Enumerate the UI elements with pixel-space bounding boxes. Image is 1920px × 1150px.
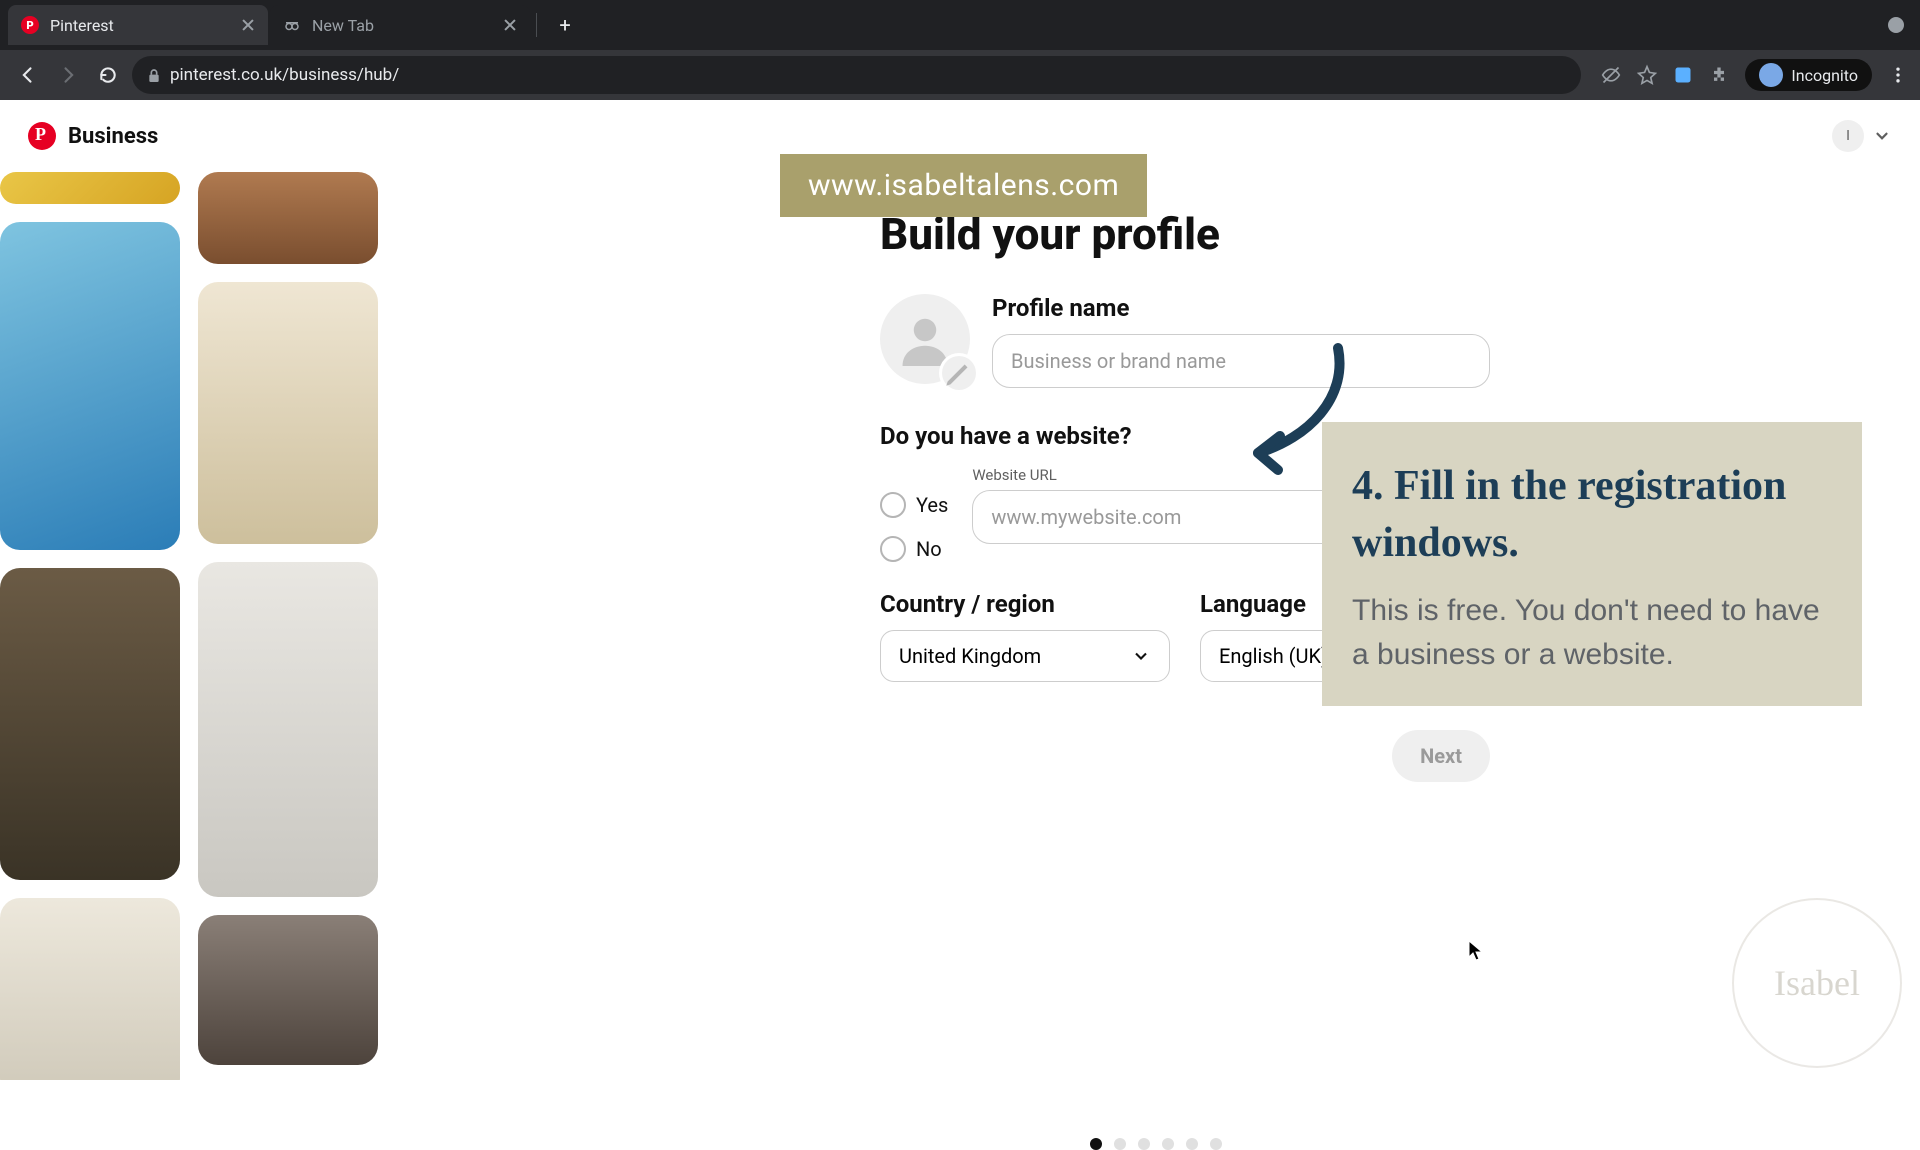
forward-button[interactable] (52, 59, 84, 91)
tab-pinterest[interactable]: P Pinterest (8, 5, 268, 45)
mosaic-tile (198, 915, 378, 1065)
mosaic-tile (198, 282, 378, 544)
close-icon[interactable] (240, 17, 256, 33)
callout-heading: 4. Fill in the registration windows. (1352, 458, 1832, 571)
pagination-dot[interactable] (1090, 1138, 1102, 1150)
next-button[interactable]: Next (1392, 730, 1490, 782)
radio-yes-label: Yes (916, 493, 948, 517)
radio-yes[interactable]: Yes (880, 492, 948, 518)
extension-badge-icon[interactable] (1673, 65, 1693, 85)
incognito-avatar-icon (1759, 63, 1783, 87)
mosaic-tile (0, 568, 180, 880)
extensions-icon[interactable] (1709, 65, 1729, 85)
browser-tabstrip: P Pinterest New Tab + (0, 0, 1920, 50)
incognito-indicator[interactable]: Incognito (1745, 59, 1872, 91)
lock-icon (146, 68, 160, 82)
incognito-favicon (282, 15, 302, 35)
country-value: United Kingdom (899, 644, 1041, 668)
radio-icon (880, 536, 906, 562)
pinterest-favicon: P (20, 15, 40, 35)
image-mosaic (0, 172, 425, 1080)
reload-button[interactable] (92, 59, 124, 91)
tab-title: New Tab (312, 16, 494, 35)
tab-divider (536, 13, 537, 37)
address-bar[interactable]: pinterest.co.uk/business/hub/ (132, 56, 1581, 94)
mosaic-tile (0, 172, 180, 204)
back-button[interactable] (12, 59, 44, 91)
profile-name-label: Profile name (992, 294, 1490, 322)
pagination-dot[interactable] (1186, 1138, 1198, 1150)
cursor-icon (1468, 940, 1484, 962)
eye-off-icon[interactable] (1601, 65, 1621, 85)
pagination-dot[interactable] (1162, 1138, 1174, 1150)
star-icon[interactable] (1637, 65, 1657, 85)
brand-label: Business (68, 124, 158, 149)
pagination-dot[interactable] (1138, 1138, 1150, 1150)
browser-toolbar: pinterest.co.uk/business/hub/ Incognito (0, 50, 1920, 100)
pagination-dot[interactable] (1210, 1138, 1222, 1150)
edit-avatar-button[interactable] (942, 356, 976, 390)
overlay-callout: 4. Fill in the registration windows. Thi… (1322, 422, 1862, 706)
country-select[interactable]: United Kingdom (880, 630, 1170, 682)
menu-icon[interactable] (1888, 65, 1908, 85)
toolbar-right: Incognito (1589, 59, 1908, 91)
radio-icon (880, 492, 906, 518)
radio-no-label: No (916, 537, 942, 561)
watermark-logo: Isabel (1732, 898, 1902, 1068)
mosaic-tile (0, 898, 180, 1080)
mosaic-tile (198, 172, 378, 264)
profile-avatar[interactable] (880, 294, 970, 384)
chevron-down-icon[interactable] (1872, 126, 1892, 146)
chevron-down-icon (1131, 646, 1151, 666)
new-tab-button[interactable]: + (549, 9, 581, 41)
window-controls (1880, 17, 1912, 33)
pinterest-logo-icon[interactable] (28, 122, 56, 150)
pagination-dots (1090, 1138, 1222, 1150)
callout-body: This is free. You don't need to have a b… (1352, 589, 1832, 676)
url-text: pinterest.co.uk/business/hub/ (170, 65, 399, 85)
country-label: Country / region (880, 590, 1170, 618)
user-avatar[interactable]: I (1832, 120, 1864, 152)
svg-text:P: P (26, 19, 33, 32)
pagination-dot[interactable] (1114, 1138, 1126, 1150)
language-value: English (UK) (1219, 644, 1328, 668)
tab-title: Pinterest (50, 16, 232, 35)
tab-newtab[interactable]: New Tab (270, 5, 530, 45)
mosaic-tile (198, 562, 378, 897)
window-control[interactable] (1888, 17, 1904, 33)
radio-no[interactable]: No (880, 536, 948, 562)
page-content: Business I Build your profile (0, 100, 1920, 1080)
close-icon[interactable] (502, 17, 518, 33)
overlay-url-banner: www.isabeltalens.com (780, 154, 1147, 217)
mosaic-tile (0, 222, 180, 550)
incognito-label: Incognito (1791, 66, 1858, 85)
